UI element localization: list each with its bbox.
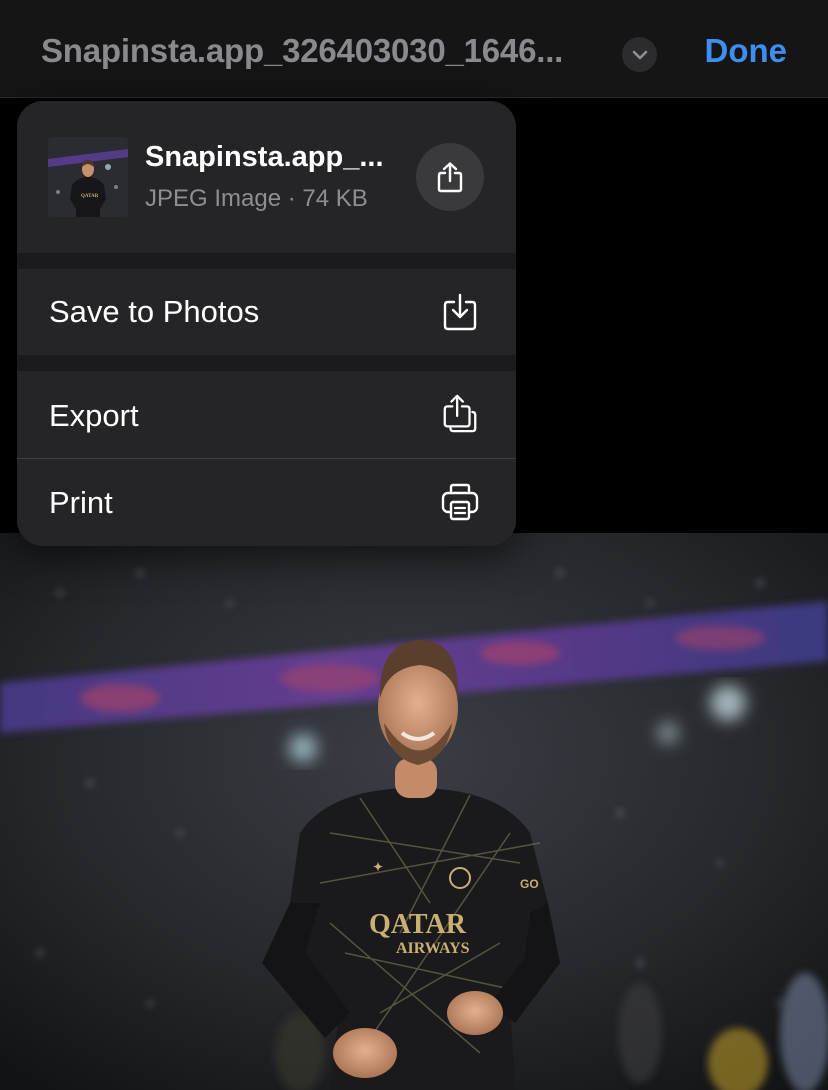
menu-file-header: QATAR Snapinsta.app_... JPEG Image · 74 … [17,101,516,253]
printer-icon [441,483,479,521]
share-button[interactable] [416,143,484,211]
photo-thumbnail: QATAR [48,137,128,217]
export-label: Export [49,398,139,433]
title-menu-button[interactable] [622,37,657,72]
svg-text:QATAR: QATAR [81,194,99,199]
football-player-photo: ✦ GO QATAR AIRWAYS [0,533,828,1090]
print-label: Print [49,485,113,520]
done-button[interactable]: Done [705,32,788,70]
jersey-sponsor-text-1: QATAR [369,909,467,940]
share-icon [437,162,463,193]
save-to-photos-label: Save to Photos [49,294,260,329]
save-to-photos-icon [443,293,477,331]
file-title[interactable]: Snapinsta.app_326403030_1646... [41,32,611,70]
file-name: Snapinsta.app_... [145,141,384,173]
svg-text:✦: ✦ [373,860,383,874]
chevron-down-icon [632,50,647,59]
svg-text:GO: GO [520,877,539,891]
file-meta: JPEG Image · 74 KB [145,185,368,212]
navigation-bar: Snapinsta.app_326403030_1646... Done [0,0,828,98]
file-actions-menu: QATAR Snapinsta.app_... JPEG Image · 74 … [17,101,516,546]
save-to-photos-item[interactable]: Save to Photos [17,269,516,355]
export-item[interactable]: Export [17,371,516,458]
export-icon [443,394,477,433]
menu-section-separator [17,253,516,269]
print-item[interactable]: Print [17,459,516,546]
jersey-sponsor-text-2: AIRWAYS [396,940,470,957]
menu-section-separator [17,355,516,371]
